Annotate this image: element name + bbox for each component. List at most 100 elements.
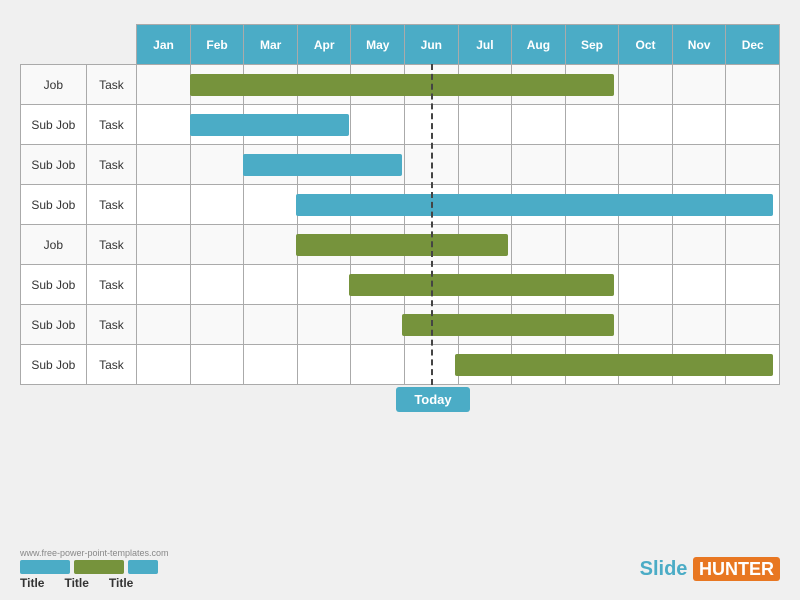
month-cell [244,265,298,305]
header-row: Jan Feb Mar Apr May Jun Jul Aug Sep Oct … [21,25,780,65]
header-empty2 [86,25,137,65]
task-label: Task [86,65,137,105]
month-cell [672,305,726,345]
month-cell [190,225,244,265]
month-cell [565,65,619,105]
month-cell [458,305,512,345]
month-jun: Jun [405,25,459,65]
month-cell [726,305,780,345]
month-jan: Jan [137,25,191,65]
watermark: www.free-power-point-templates.com [20,548,169,558]
month-cell [672,105,726,145]
month-cell [137,225,191,265]
month-cell [512,145,566,185]
month-cell [672,345,726,385]
legend-title-1: Title [20,576,44,590]
job-label: Job [21,225,87,265]
month-cell [619,105,673,145]
brand: Slide HUNTER [640,558,780,581]
month-cell [405,65,459,105]
month-cell [619,65,673,105]
month-cell [297,145,351,185]
month-cell [190,305,244,345]
month-cell [565,145,619,185]
month-cell [726,65,780,105]
task-label: Task [86,305,137,345]
task-label: Task [86,105,137,145]
month-cell [244,305,298,345]
month-cell [619,345,673,385]
month-cell [565,185,619,225]
month-cell [351,145,405,185]
month-cell [244,65,298,105]
month-jul: Jul [458,25,512,65]
task-label: Task [86,345,137,385]
month-cell [190,265,244,305]
task-label: Task [86,225,137,265]
month-cell [726,185,780,225]
month-cell [190,145,244,185]
month-cell [512,65,566,105]
brand-slide: Slide [640,558,688,580]
legend-title-2: Title [64,576,88,590]
month-cell [458,105,512,145]
month-mar: Mar [244,25,298,65]
month-cell [458,65,512,105]
today-button[interactable]: Today [396,387,469,412]
month-cell [565,265,619,305]
month-cell [244,345,298,385]
month-cell [405,185,459,225]
month-cell [137,105,191,145]
table-row: Sub JobTask [21,185,780,225]
month-cell [726,265,780,305]
month-cell [297,105,351,145]
slide: Jan Feb Mar Apr May Jun Jul Aug Sep Oct … [0,0,800,600]
job-label: Sub Job [21,145,87,185]
month-cell [672,145,726,185]
month-cell [512,265,566,305]
job-label: Job [21,65,87,105]
month-cell [726,225,780,265]
month-cell [672,225,726,265]
month-cell [726,145,780,185]
month-cell [619,305,673,345]
month-cell [672,185,726,225]
gantt-table: Jan Feb Mar Apr May Jun Jul Aug Sep Oct … [20,24,780,385]
month-cell [244,225,298,265]
legend-bar-blue [20,560,70,574]
table-row: Sub JobTask [21,105,780,145]
job-label: Sub Job [21,265,87,305]
month-cell [565,105,619,145]
table-row: Sub JobTask [21,305,780,345]
month-may: May [351,25,405,65]
month-cell [297,225,351,265]
month-aug: Aug [512,25,566,65]
month-cell [297,305,351,345]
footer: www.free-power-point-templates.com Title… [20,548,780,590]
month-cell [351,185,405,225]
month-cell [672,65,726,105]
header-empty1 [21,25,87,65]
month-cell [619,185,673,225]
month-cell [190,345,244,385]
month-cell [726,345,780,385]
task-label: Task [86,185,137,225]
month-cell [512,185,566,225]
month-cell [565,305,619,345]
month-cell [405,305,459,345]
legend-bar-green [74,560,124,574]
month-cell [297,265,351,305]
month-cell [565,345,619,385]
month-cell [458,145,512,185]
table-row: JobTask [21,65,780,105]
table-row: Sub JobTask [21,345,780,385]
legend-titles: Title Title Title [20,576,169,590]
month-cell [672,265,726,305]
month-cell [137,265,191,305]
month-cell [297,65,351,105]
month-cell [405,265,459,305]
month-cell [351,265,405,305]
month-cell [244,145,298,185]
month-cell [512,225,566,265]
task-label: Task [86,265,137,305]
